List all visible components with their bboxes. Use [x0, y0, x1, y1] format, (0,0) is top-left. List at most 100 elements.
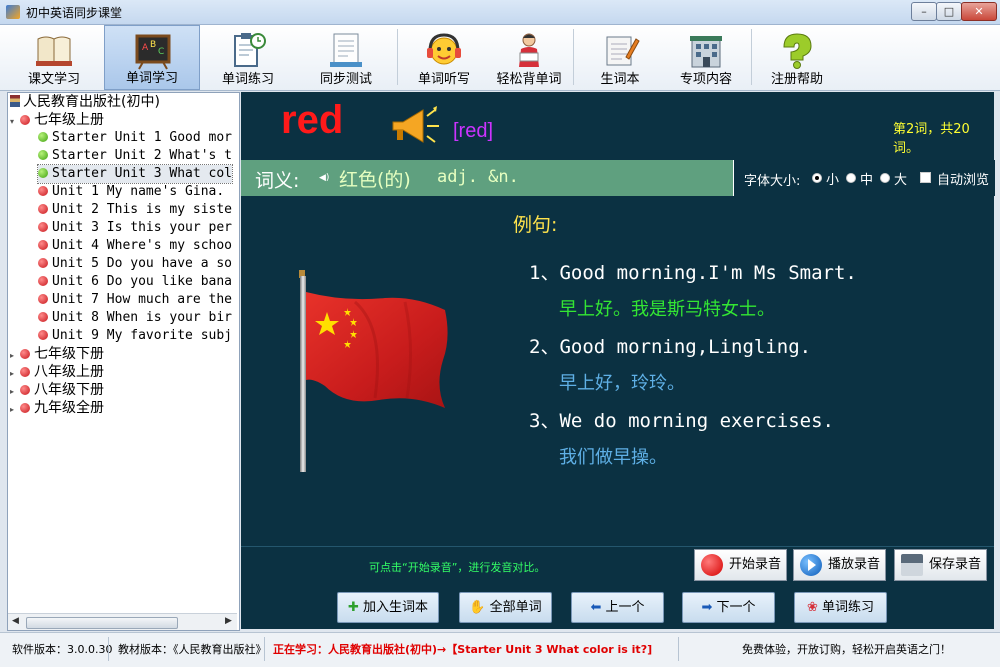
toolbar-text-study-button[interactable]: 课文学习: [6, 25, 102, 90]
tree-grade-label: 九年级全册: [34, 400, 104, 416]
scroll-right-icon[interactable]: ▶: [225, 616, 232, 626]
current-word: red: [281, 98, 344, 142]
toolbar-sync-test-button[interactable]: 同步测试: [298, 25, 394, 90]
word-count: 第2词，共20词。: [893, 122, 970, 156]
tree-unit-label: Starter Unit 3 What col: [52, 166, 233, 181]
tree-unit-item[interactable]: Starter Unit 2 What's t: [38, 147, 232, 165]
tree-unit-item[interactable]: Starter Unit 3 What col: [36, 164, 234, 184]
toolbar-easy-memorize-button[interactable]: 轻松背单词: [480, 25, 578, 90]
svg-text:B: B: [150, 40, 156, 50]
play-recording-label: 播放录音: [828, 557, 881, 572]
tree-unit-item[interactable]: Unit 2 This is my siste: [38, 201, 232, 219]
minimize-button[interactable]: –: [911, 2, 937, 21]
tree-unit-item[interactable]: Unit 5 Do you have a so: [38, 255, 232, 273]
font-large-label: 大: [894, 173, 908, 188]
collapse-icon[interactable]: ▾: [10, 113, 18, 131]
tree-unit-label: Unit 1 My name's Gina.: [52, 184, 225, 199]
toolbar-vocab-book-button[interactable]: 生词本: [572, 25, 668, 90]
play-recording-button[interactable]: 播放录音: [793, 549, 886, 581]
grade-status-icon: [20, 403, 30, 413]
tree-grade-node[interactable]: ▸ 七年级下册: [10, 345, 104, 363]
software-version: 软件版本：3.0.0.30: [12, 643, 113, 656]
tree-root-label: 人民教育出版社(初中): [23, 94, 160, 110]
scroll-left-icon[interactable]: ◀: [12, 616, 19, 626]
pending-status-icon: [38, 330, 48, 340]
pending-status-icon: [38, 222, 48, 232]
flower-icon: ❀: [807, 600, 818, 615]
word-practice-label: 单词练习: [821, 600, 874, 615]
font-medium-radio[interactable]: [846, 173, 856, 183]
tree-grade-node[interactable]: ▾ 七年级上册: [10, 111, 104, 129]
example-sentence: 2、Good morning,Lingling.: [529, 336, 812, 358]
expand-icon[interactable]: ▸: [10, 401, 18, 419]
meaning-text: 红色(的): [339, 169, 411, 191]
china-flag-image: [299, 270, 448, 472]
toolbar-register-help-button[interactable]: 注册帮助: [749, 25, 845, 90]
tree-unit-item[interactable]: Unit 4 Where's my schoo: [38, 237, 232, 255]
meaning-bar: 词义: ◀) 红色(的) adj. &n. 字体大小: 小 中 大 自动浏览: [241, 160, 995, 196]
example-translation: 早上好。我是斯马特女士。: [559, 299, 775, 320]
font-small-radio[interactable]: [812, 173, 822, 183]
tree-unit-item[interactable]: Unit 6 Do you like bana: [38, 273, 232, 291]
toolbar-dictation-button[interactable]: 单词听写: [396, 25, 492, 90]
maximize-button[interactable]: □: [936, 2, 962, 21]
small-speaker-icon[interactable]: ◀): [319, 173, 329, 183]
tree-grade-node[interactable]: ▸ 八年级下册: [10, 381, 104, 399]
tree-unit-label: Unit 4 Where's my schoo: [52, 238, 233, 253]
tree-grade-node[interactable]: ▸ 八年级上册: [10, 363, 104, 381]
toolbar-label: 轻松背单词: [496, 72, 562, 87]
toolbar-label: 生词本: [600, 72, 640, 87]
close-button[interactable]: ✕: [961, 2, 997, 21]
previous-label: 上一个: [605, 600, 645, 615]
save-recording-button[interactable]: 保存录音: [894, 549, 987, 581]
example-translation: 我们做早操。: [559, 447, 667, 468]
auto-browse-checkbox[interactable]: [920, 172, 931, 183]
pending-status-icon: [38, 276, 48, 286]
completed-status-icon: [38, 168, 48, 178]
add-to-vocab-label: 加入生词本: [362, 600, 428, 615]
tree-unit-label: Unit 6 Do you like bana: [52, 274, 233, 289]
tree-unit-item[interactable]: Unit 8 When is your bir: [38, 309, 232, 327]
tree-grade-label: 七年级上册: [34, 112, 104, 128]
all-words-button[interactable]: ✋ 全部单词: [459, 592, 552, 623]
grade-status-icon: [20, 115, 30, 125]
arrow-left-icon: ⬅: [590, 600, 602, 615]
tree-unit-label: Unit 5 Do you have a so: [52, 256, 233, 271]
toolbar-word-study-button[interactable]: A B C 单词学习: [104, 25, 200, 90]
svg-text:C: C: [158, 47, 164, 57]
promo-text: 免费体验，开放订购，轻松开启英语之门！: [742, 643, 951, 656]
tree-grade-node[interactable]: ▸ 九年级全册: [10, 399, 104, 417]
tree-unit-label: Unit 3 Is this your per: [52, 220, 233, 235]
font-size-label: 字体大小:: [744, 174, 801, 189]
tree-root[interactable]: 人民教育出版社(初中): [10, 93, 160, 111]
previous-button[interactable]: ⬅ 上一个: [571, 592, 664, 623]
start-recording-button[interactable]: 开始录音: [694, 549, 787, 581]
tree-unit-item[interactable]: Unit 7 How much are the: [38, 291, 232, 309]
grade-status-icon: [20, 385, 30, 395]
notebook-pen-icon: [606, 36, 640, 66]
scrollbar-thumb[interactable]: [26, 617, 178, 629]
font-medium-label: 中: [860, 173, 874, 188]
toolbar-label: 单词听写: [417, 72, 470, 87]
add-to-vocab-button[interactable]: ✚ 加入生词本: [337, 592, 439, 623]
tree-unit-item[interactable]: Unit 1 My name's Gina.: [38, 183, 224, 201]
toolbar-special-content-button[interactable]: 专项内容: [658, 25, 754, 90]
pending-status-icon: [38, 312, 48, 322]
tree-unit-item[interactable]: Starter Unit 1 Good mor: [38, 129, 232, 147]
megaphone-speaker-icon[interactable]: [389, 106, 443, 146]
font-size-control: 字体大小: 小 中 大 自动浏览: [733, 160, 995, 196]
plus-icon: ✚: [348, 600, 359, 615]
examples-title: 例句:: [513, 214, 558, 236]
record-icon: [701, 554, 723, 576]
tree-horizontal-scrollbar[interactable]: ◀ ▶: [8, 613, 237, 630]
main-toolbar: 课文学习 A B C 单词学习 单词练习 同步测试 单词听写 轻松背单词 生词本…: [0, 25, 1000, 91]
grade-status-icon: [20, 367, 30, 377]
tree-unit-item[interactable]: Unit 3 Is this your per: [38, 219, 232, 237]
word-practice-button[interactable]: ❀ 单词练习: [794, 592, 887, 623]
tree-unit-item[interactable]: Unit 9 My favorite subj: [38, 327, 232, 345]
toolbar-label: 专项内容: [679, 72, 732, 87]
toolbar-word-practice-button[interactable]: 单词练习: [200, 25, 296, 90]
next-button[interactable]: ➡ 下一个: [682, 592, 775, 623]
tree-unit-label: Unit 7 How much are the: [52, 292, 233, 307]
font-large-radio[interactable]: [880, 173, 890, 183]
